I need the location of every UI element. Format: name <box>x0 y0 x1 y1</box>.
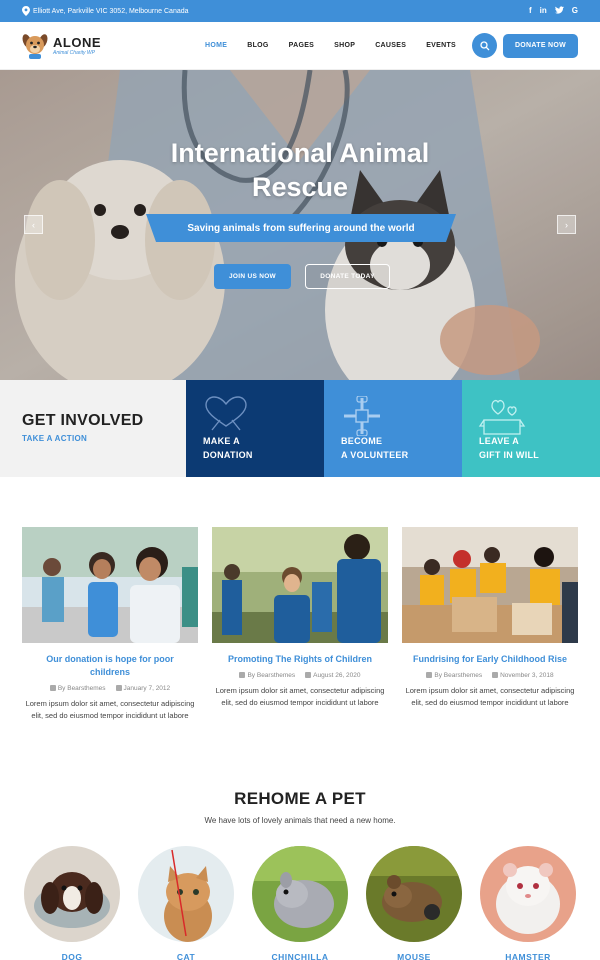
logo-tagline: Animal Charity WP <box>53 50 95 56</box>
search-button[interactable] <box>472 33 497 58</box>
pet-card-dog[interactable]: DOG <box>24 846 120 960</box>
pet-photo[interactable] <box>480 846 576 942</box>
nav-causes[interactable]: CAUSES <box>365 42 416 49</box>
become-volunteer-box[interactable]: BECOME A VOLUNTEER <box>324 380 462 477</box>
calendar-icon <box>492 672 499 679</box>
become-volunteer-line2: A VOLUNTEER <box>341 450 409 460</box>
post-meta: By Bearsthemes August 26, 2020 <box>212 672 388 679</box>
social-links: f in G <box>529 6 578 16</box>
pet-photo[interactable] <box>366 846 462 942</box>
user-icon <box>49 685 56 692</box>
become-volunteer-line1: BECOME <box>341 436 383 446</box>
post-title[interactable]: Our donation is hope for poor childrens <box>22 653 198 679</box>
pet-card-chinchilla[interactable]: CHINCHILLA <box>252 846 348 960</box>
nav-events[interactable]: EVENTS <box>416 42 466 49</box>
main-nav: HOME BLOG PAGES SHOP CAUSES EVENTS DONAT… <box>195 33 578 58</box>
pet-name[interactable]: CAT <box>138 952 234 960</box>
post-image[interactable] <box>22 527 198 643</box>
site-header: ALONE Animal Charity WP HOME BLOG PAGES … <box>0 22 600 70</box>
pet-photo[interactable] <box>24 846 120 942</box>
slider-next-arrow[interactable]: › <box>557 215 576 234</box>
top-bar: Elliott Ave, Parkville VIC 3052, Melbour… <box>0 0 600 22</box>
search-icon <box>479 40 489 50</box>
post-date: November 3, 2018 <box>500 672 554 679</box>
get-involved-heading: GET INVOLVED <box>22 412 144 429</box>
slider-prev-arrow[interactable]: ‹ <box>24 215 43 234</box>
post-author: By Bearsthemes <box>247 672 296 679</box>
post-excerpt: Lorem ipsum dolor sit amet, consectetur … <box>25 699 195 720</box>
post-title[interactable]: Fundrising for Early Childhood Rise <box>402 653 578 666</box>
pet-card-cat[interactable]: CAT <box>138 846 234 960</box>
user-icon <box>426 672 433 679</box>
nav-pages[interactable]: PAGES <box>279 42 325 49</box>
dog-logo-icon <box>22 33 48 59</box>
blog-card[interactable]: Promoting The Rights of Children By Bear… <box>212 527 388 709</box>
donate-today-button[interactable]: DONATE TODAY <box>305 264 390 289</box>
post-author: By Bearsthemes <box>57 685 106 692</box>
gift-in-will-line1: LEAVE A <box>479 436 520 446</box>
hero-title: International Animal Rescue <box>170 138 430 202</box>
pet-name[interactable]: CHINCHILLA <box>252 952 348 960</box>
post-author: By Bearsthemes <box>434 672 483 679</box>
nav-home[interactable]: HOME <box>195 42 237 49</box>
hero-subtitle: Saving animals from suffering around the… <box>187 222 415 234</box>
post-meta: By Bearsthemes January 7, 2012 <box>22 685 198 692</box>
gift-box-icon <box>478 399 526 435</box>
team-hands-icon <box>344 396 380 436</box>
site-logo[interactable]: ALONE Animal Charity WP <box>22 32 101 60</box>
gift-in-will-line2: GIFT IN WILL <box>479 450 540 460</box>
post-image[interactable] <box>402 527 578 643</box>
logo-name: ALONE <box>53 35 101 50</box>
post-meta: By Bearsthemes November 3, 2018 <box>402 672 578 679</box>
pet-card-hamster[interactable]: HAMSTER <box>480 846 576 960</box>
nav-blog[interactable]: BLOG <box>237 42 278 49</box>
post-image[interactable] <box>212 527 388 643</box>
user-icon <box>239 672 246 679</box>
hero-subtitle-ribbon: Saving animals from suffering around the… <box>146 214 456 242</box>
donate-now-button[interactable]: DONATE NOW <box>503 33 578 58</box>
post-date: August 26, 2020 <box>313 672 361 679</box>
pet-photo[interactable] <box>252 846 348 942</box>
make-donation-line1: MAKE A <box>203 436 240 446</box>
pet-name[interactable]: HAMSTER <box>480 952 576 960</box>
make-donation-line2: DONATION <box>203 450 253 460</box>
blog-card[interactable]: Our donation is hope for poor childrens … <box>22 527 198 722</box>
calendar-icon <box>115 685 122 692</box>
blog-card[interactable]: Fundrising for Early Childhood Rise By B… <box>402 527 578 709</box>
pet-name[interactable]: MOUSE <box>366 952 462 960</box>
rehome-title: REHOME A PET <box>234 789 366 808</box>
post-excerpt: Lorem ipsum dolor sit amet, consectetur … <box>215 686 385 707</box>
linkedin-icon[interactable]: in <box>540 6 547 16</box>
blog-posts: Our donation is hope for poor childrens … <box>22 527 578 747</box>
google-icon[interactable]: G <box>572 6 578 16</box>
get-involved-strip: GET INVOLVED TAKE A ACTION MAKE A DONATI… <box>0 380 600 477</box>
map-pin-icon <box>22 6 30 16</box>
post-title[interactable]: Promoting The Rights of Children <box>212 653 388 666</box>
rehome-subtitle: We have lots of lovely animals that need… <box>204 816 396 825</box>
hero-slider: International Animal Rescue Saving anima… <box>0 70 600 380</box>
hands-heart-icon <box>205 396 247 431</box>
post-date: January 7, 2012 <box>123 685 171 692</box>
gift-in-will-box[interactable]: LEAVE A GIFT IN WILL <box>462 380 600 477</box>
facebook-icon[interactable]: f <box>529 6 532 16</box>
pet-name[interactable]: DOG <box>24 952 120 960</box>
join-us-button[interactable]: JOIN US NOW <box>214 264 291 289</box>
nav-shop[interactable]: SHOP <box>324 42 365 49</box>
calendar-icon <box>305 672 312 679</box>
address-text: Elliott Ave, Parkville VIC 3052, Melbour… <box>33 7 189 15</box>
get-involved-subheading: TAKE A ACTION <box>22 434 88 443</box>
make-donation-box[interactable]: MAKE A DONATION <box>186 380 324 477</box>
post-excerpt: Lorem ipsum dolor sit amet, consectetur … <box>405 686 575 707</box>
pet-photo[interactable] <box>138 846 234 942</box>
pet-card-mouse[interactable]: MOUSE <box>366 846 462 960</box>
get-involved-intro: GET INVOLVED TAKE A ACTION <box>0 380 186 477</box>
twitter-icon[interactable] <box>554 6 564 16</box>
